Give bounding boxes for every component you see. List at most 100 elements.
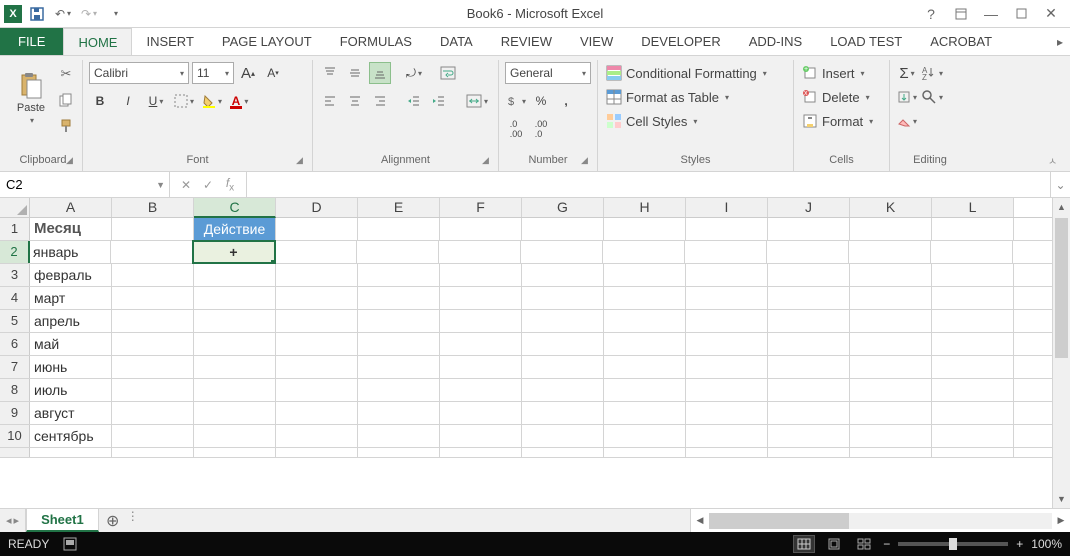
cell[interactable]	[932, 264, 1014, 286]
cell[interactable]	[276, 310, 358, 332]
cell[interactable]	[194, 264, 276, 286]
cell[interactable]	[194, 333, 276, 355]
cell[interactable]	[112, 448, 194, 457]
copy-icon[interactable]	[56, 90, 76, 110]
cell[interactable]	[522, 333, 604, 355]
cell[interactable]	[768, 356, 850, 378]
font-color-icon[interactable]: A▾	[229, 90, 251, 112]
cell[interactable]	[850, 379, 932, 401]
cell[interactable]	[767, 241, 849, 263]
row-header[interactable]: 7	[0, 356, 30, 378]
cell[interactable]	[604, 218, 686, 240]
find-select-icon[interactable]: ▾	[921, 86, 943, 108]
font-launcher-icon[interactable]: ◢	[296, 155, 308, 167]
cell[interactable]	[932, 379, 1014, 401]
cell[interactable]	[849, 241, 931, 263]
decrease-indent-icon[interactable]	[403, 90, 425, 112]
sheet-prev-icon[interactable]: ◂	[6, 514, 12, 527]
hscroll-thumb[interactable]	[709, 513, 849, 529]
cell-styles-button[interactable]: Cell Styles▾	[604, 110, 699, 132]
sheet-next-icon[interactable]: ▸	[14, 514, 20, 527]
zoom-slider[interactable]	[898, 542, 1008, 546]
cell[interactable]	[112, 287, 194, 309]
cell[interactable]: май	[30, 333, 112, 355]
tab-file[interactable]: FILE	[0, 28, 63, 55]
format-painter-icon[interactable]	[56, 116, 76, 136]
cell[interactable]	[521, 241, 603, 263]
decrease-font-icon[interactable]: A▾	[262, 62, 284, 84]
page-break-view-icon[interactable]	[853, 535, 875, 553]
cell[interactable]	[357, 241, 439, 263]
format-cells-button[interactable]: Format▾	[800, 110, 875, 132]
cell[interactable]	[112, 425, 194, 447]
number-launcher-icon[interactable]: ◢	[581, 155, 593, 167]
cell[interactable]	[276, 425, 358, 447]
scroll-up-icon[interactable]: ▲	[1053, 198, 1070, 216]
name-box-dropdown-icon[interactable]: ▼	[156, 180, 165, 190]
column-header[interactable]: D	[276, 198, 358, 217]
cell[interactable]	[604, 379, 686, 401]
font-size-combo[interactable]: 11▾	[192, 62, 234, 84]
align-center-icon[interactable]	[344, 90, 366, 112]
accounting-format-icon[interactable]: $▾	[505, 90, 527, 112]
autosum-icon[interactable]: Σ▾	[896, 62, 918, 84]
cell[interactable]	[686, 356, 768, 378]
cell[interactable]	[604, 448, 686, 457]
cell[interactable]	[932, 218, 1014, 240]
cell[interactable]	[768, 310, 850, 332]
cell[interactable]	[932, 425, 1014, 447]
cell[interactable]	[112, 310, 194, 332]
scroll-left-icon[interactable]: ◀	[691, 515, 709, 526]
column-header[interactable]: B	[112, 198, 194, 217]
tab-home[interactable]: HOME	[63, 28, 132, 55]
tab-view[interactable]: VIEW	[566, 28, 627, 55]
cell[interactable]	[604, 402, 686, 424]
cell[interactable]	[850, 310, 932, 332]
increase-indent-icon[interactable]	[428, 90, 450, 112]
cell[interactable]	[194, 356, 276, 378]
tab-formulas[interactable]: FORMULAS	[326, 28, 426, 55]
cell[interactable]	[112, 264, 194, 286]
cell[interactable]	[440, 218, 522, 240]
tab-developer[interactable]: DEVELOPER	[627, 28, 734, 55]
percent-format-icon[interactable]: %	[530, 90, 552, 112]
cell[interactable]: февраль	[30, 264, 112, 286]
cell[interactable]	[194, 448, 276, 457]
collapse-ribbon-icon[interactable]: ㅅ	[1048, 153, 1064, 169]
sheet-tab[interactable]: Sheet1	[26, 509, 99, 532]
row-header[interactable]: 5	[0, 310, 30, 332]
tab-page-layout[interactable]: PAGE LAYOUT	[208, 28, 326, 55]
column-header[interactable]: I	[686, 198, 768, 217]
cell[interactable]	[604, 356, 686, 378]
borders-icon[interactable]: ▾	[173, 90, 195, 112]
cell[interactable]	[522, 402, 604, 424]
cell[interactable]	[768, 402, 850, 424]
macro-record-icon[interactable]	[63, 537, 77, 551]
tab-acrobat[interactable]: ACROBAT	[916, 28, 1006, 55]
cell[interactable]	[276, 356, 358, 378]
cell[interactable]	[686, 310, 768, 332]
scroll-right-icon[interactable]: ▶	[1052, 515, 1070, 526]
orientation-icon[interactable]: ⤾▾	[403, 62, 425, 84]
cell[interactable]	[112, 218, 194, 240]
cell[interactable]	[358, 264, 440, 286]
cell[interactable]	[522, 425, 604, 447]
cell[interactable]	[768, 264, 850, 286]
cell[interactable]	[931, 241, 1013, 263]
column-header[interactable]: L	[932, 198, 1014, 217]
conditional-formatting-button[interactable]: Conditional Formatting▾	[604, 62, 769, 84]
cell[interactable]	[850, 448, 932, 457]
cell[interactable]	[440, 287, 522, 309]
cell[interactable]	[686, 333, 768, 355]
cell[interactable]	[522, 448, 604, 457]
cell[interactable]	[604, 287, 686, 309]
cell[interactable]	[604, 310, 686, 332]
cell[interactable]: апрель	[30, 310, 112, 332]
close-icon[interactable]: ✕	[1040, 3, 1062, 25]
cell[interactable]	[768, 287, 850, 309]
select-all-button[interactable]	[0, 198, 30, 217]
vertical-scrollbar[interactable]: ▲ ▼	[1052, 198, 1070, 508]
cell[interactable]	[440, 264, 522, 286]
cell[interactable]	[358, 448, 440, 457]
cell[interactable]	[850, 425, 932, 447]
